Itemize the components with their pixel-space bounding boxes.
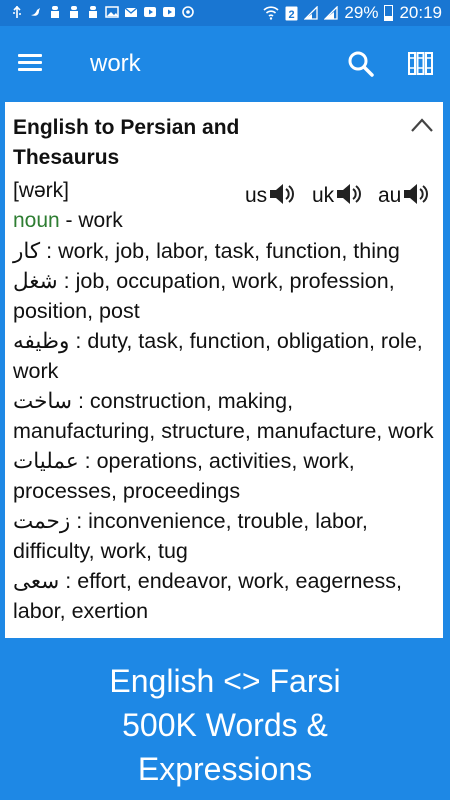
speaker-icon — [337, 184, 362, 204]
english-meanings: work, job, labor, task, function, thing — [58, 239, 400, 263]
persian-word: زحمت — [13, 509, 71, 533]
part-of-speech-line: noun - work — [13, 206, 123, 236]
definition-item: شغل : job, occupation, work, profession,… — [13, 269, 395, 323]
wifi-icon — [263, 6, 279, 20]
dictionary-card: English to Persian and Thesaurus [wərk] … — [5, 102, 443, 638]
play-icon — [163, 7, 175, 17]
menu-icon[interactable] — [18, 54, 42, 72]
status-bar: 2 29% 20:19 — [0, 0, 450, 26]
search-query[interactable]: work — [90, 50, 141, 78]
bird-icon — [31, 8, 40, 16]
promo-line: English <> Farsi — [109, 663, 341, 699]
persian-word: کار — [13, 239, 41, 263]
search-icon[interactable] — [347, 50, 375, 78]
persian-word: عملیات — [13, 449, 79, 473]
persian-word: ساخت — [13, 389, 72, 413]
speaker-icon — [404, 184, 429, 204]
english-meanings: effort, endeavor, work, eagerness, labor… — [13, 569, 402, 623]
persian-word: سعی — [13, 569, 60, 593]
part-of-speech: noun — [13, 209, 60, 232]
cap-icon — [70, 6, 78, 18]
definition-item: کار : work, job, labor, task, function, … — [13, 239, 400, 263]
books-icon[interactable] — [408, 50, 434, 76]
phonetic: [wərk] — [13, 179, 70, 202]
persian-word: شغل — [13, 269, 58, 293]
pronounce-label: us — [245, 184, 268, 207]
usb-icon — [13, 5, 21, 18]
english-meanings: construction, making, manufacturing, str… — [13, 389, 434, 443]
dictionary-title: English to Persian and Thesaurus — [13, 116, 240, 169]
persian-word: وظیفه — [13, 329, 70, 353]
definitions-list: کار : work, job, labor, task, function, … — [13, 236, 437, 626]
pronounce-au-button[interactable]: au — [378, 180, 430, 208]
speaker-icon — [270, 184, 295, 204]
definition-item: عملیات : operations, activities, work, p… — [13, 449, 355, 503]
sync-icon — [182, 6, 194, 18]
pronounce-label: au — [378, 184, 402, 207]
play-icon — [144, 7, 156, 17]
promo-banner: English <> Farsi 500K Words & Expression… — [0, 638, 450, 800]
english-meanings: duty, task, function, obligation, role, … — [13, 329, 423, 383]
signal-icon — [304, 6, 319, 20]
english-meanings: job, occupation, work, profession, posit… — [13, 269, 395, 323]
cap-icon — [89, 6, 97, 18]
svg-text:2: 2 — [289, 9, 295, 21]
definition-item: وظیفه : duty, task, function, obligation… — [13, 329, 423, 383]
system-indicators: 2 29% 20:19 — [263, 3, 442, 23]
signal-icon — [324, 6, 339, 20]
promo-line: Expressions — [137, 751, 313, 787]
definition-item: سعی : effort, endeavor, work, eagerness,… — [13, 569, 402, 623]
mail-icon — [124, 7, 138, 17]
promo-line: 500K Words & — [122, 707, 328, 743]
definition-item: ساخت : construction, making, manufacturi… — [13, 389, 434, 443]
sim-icon: 2 — [285, 6, 298, 21]
app-bar: work — [0, 26, 450, 102]
pronounce-us-button[interactable]: us — [245, 180, 296, 208]
chevron-up-icon[interactable] — [410, 117, 434, 133]
pronounce-uk-button[interactable]: uk — [312, 180, 363, 208]
definition-item: زحمت : inconvenience, trouble, labor, di… — [13, 509, 368, 563]
image-icon — [105, 6, 119, 18]
battery-icon — [384, 5, 394, 21]
pronounce-label: uk — [312, 184, 335, 207]
notification-icons — [10, 5, 195, 19]
cap-icon — [51, 6, 59, 18]
clock: 20:19 — [399, 3, 442, 22]
battery-percent: 29% — [344, 3, 379, 22]
headword: - work — [59, 209, 123, 232]
